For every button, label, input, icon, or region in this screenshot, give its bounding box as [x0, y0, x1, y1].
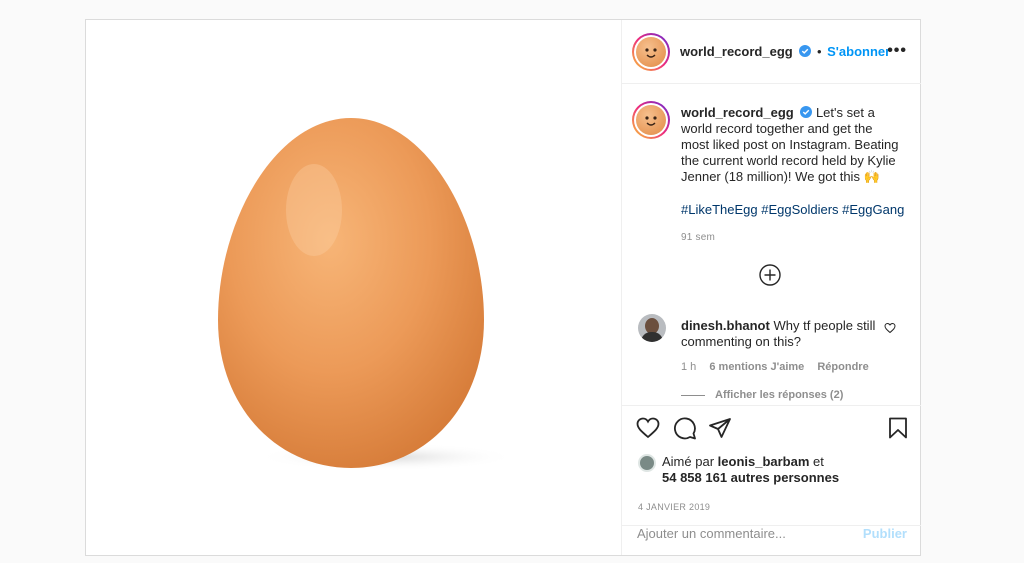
caption-avatar[interactable]: [632, 101, 670, 139]
replies-divider: [681, 394, 705, 396]
verified-icon: [800, 106, 813, 118]
comment-meta: 1 h 6 mentions J'aime Répondre: [681, 361, 879, 373]
post-side-panel: world_record_egg • S'abonner ••• world_r…: [621, 20, 921, 555]
comment-text-block: dinesh.bhanot Why tf people still commen…: [681, 318, 881, 350]
author-username[interactable]: world_record_egg: [680, 44, 793, 59]
egg-face-icon: [645, 116, 657, 126]
post-header: world_record_egg • S'abonner •••: [622, 20, 921, 84]
verified-icon: [799, 45, 812, 57]
commenter-username[interactable]: dinesh.bhanot: [681, 318, 770, 333]
header-user-line: world_record_egg • S'abonner: [680, 44, 890, 59]
caption-username[interactable]: world_record_egg: [681, 105, 794, 120]
liker-avatar[interactable]: [638, 454, 656, 472]
caption-time: 91 sem: [681, 232, 715, 243]
instagram-post: world_record_egg • S'abonner ••• world_r…: [85, 19, 921, 556]
post-image[interactable]: [86, 20, 621, 555]
likes-and: et: [813, 454, 824, 469]
add-comment-bar: Ajouter un commentaire... Publier: [622, 526, 921, 555]
caption-hashtags[interactable]: #LikeTheEgg #EggSoldiers #EggGang: [681, 202, 904, 217]
heart-icon[interactable]: [636, 416, 660, 440]
egg-face-icon: [645, 48, 657, 58]
follow-button[interactable]: S'abonner: [827, 44, 890, 59]
post-actions: Aimé par leonis_barbam et 54 858 161 aut…: [622, 406, 921, 526]
liker-username[interactable]: leonis_barbam: [718, 454, 810, 469]
author-avatar[interactable]: [632, 33, 670, 71]
reply-button[interactable]: Répondre: [817, 361, 868, 373]
likes-text: Aimé par leonis_barbam et 54 858 161 aut…: [662, 454, 908, 486]
likes-prefix: Aimé par: [662, 454, 715, 469]
more-options-icon[interactable]: •••: [887, 42, 907, 60]
likes-count[interactable]: 54 858 161 autres personnes: [662, 470, 839, 485]
caption-text-block: world_record_egg Let's set a world recor…: [681, 105, 901, 185]
view-replies-button[interactable]: Afficher les réponses (2): [681, 389, 843, 401]
comment-time: 1 h: [681, 361, 697, 373]
publish-button[interactable]: Publier: [863, 526, 907, 541]
egg-image: [218, 118, 516, 471]
commenter-avatar[interactable]: [638, 314, 666, 342]
comment-likes[interactable]: 6 mentions J'aime: [709, 361, 804, 373]
post-date: 4 JANVIER 2019: [638, 502, 711, 512]
header-separator: •: [816, 44, 822, 59]
comments-section: world_record_egg Let's set a world recor…: [622, 84, 921, 406]
view-replies-label: Afficher les réponses (2): [715, 389, 844, 401]
comment-like-icon[interactable]: [884, 322, 896, 334]
comment-input[interactable]: Ajouter un commentaire...: [637, 526, 786, 541]
comment-icon[interactable]: [673, 416, 697, 440]
share-icon[interactable]: [708, 416, 732, 440]
likes-summary: Aimé par leonis_barbam et 54 858 161 aut…: [638, 454, 908, 486]
save-icon[interactable]: [886, 416, 910, 440]
load-more-icon[interactable]: [759, 264, 781, 286]
